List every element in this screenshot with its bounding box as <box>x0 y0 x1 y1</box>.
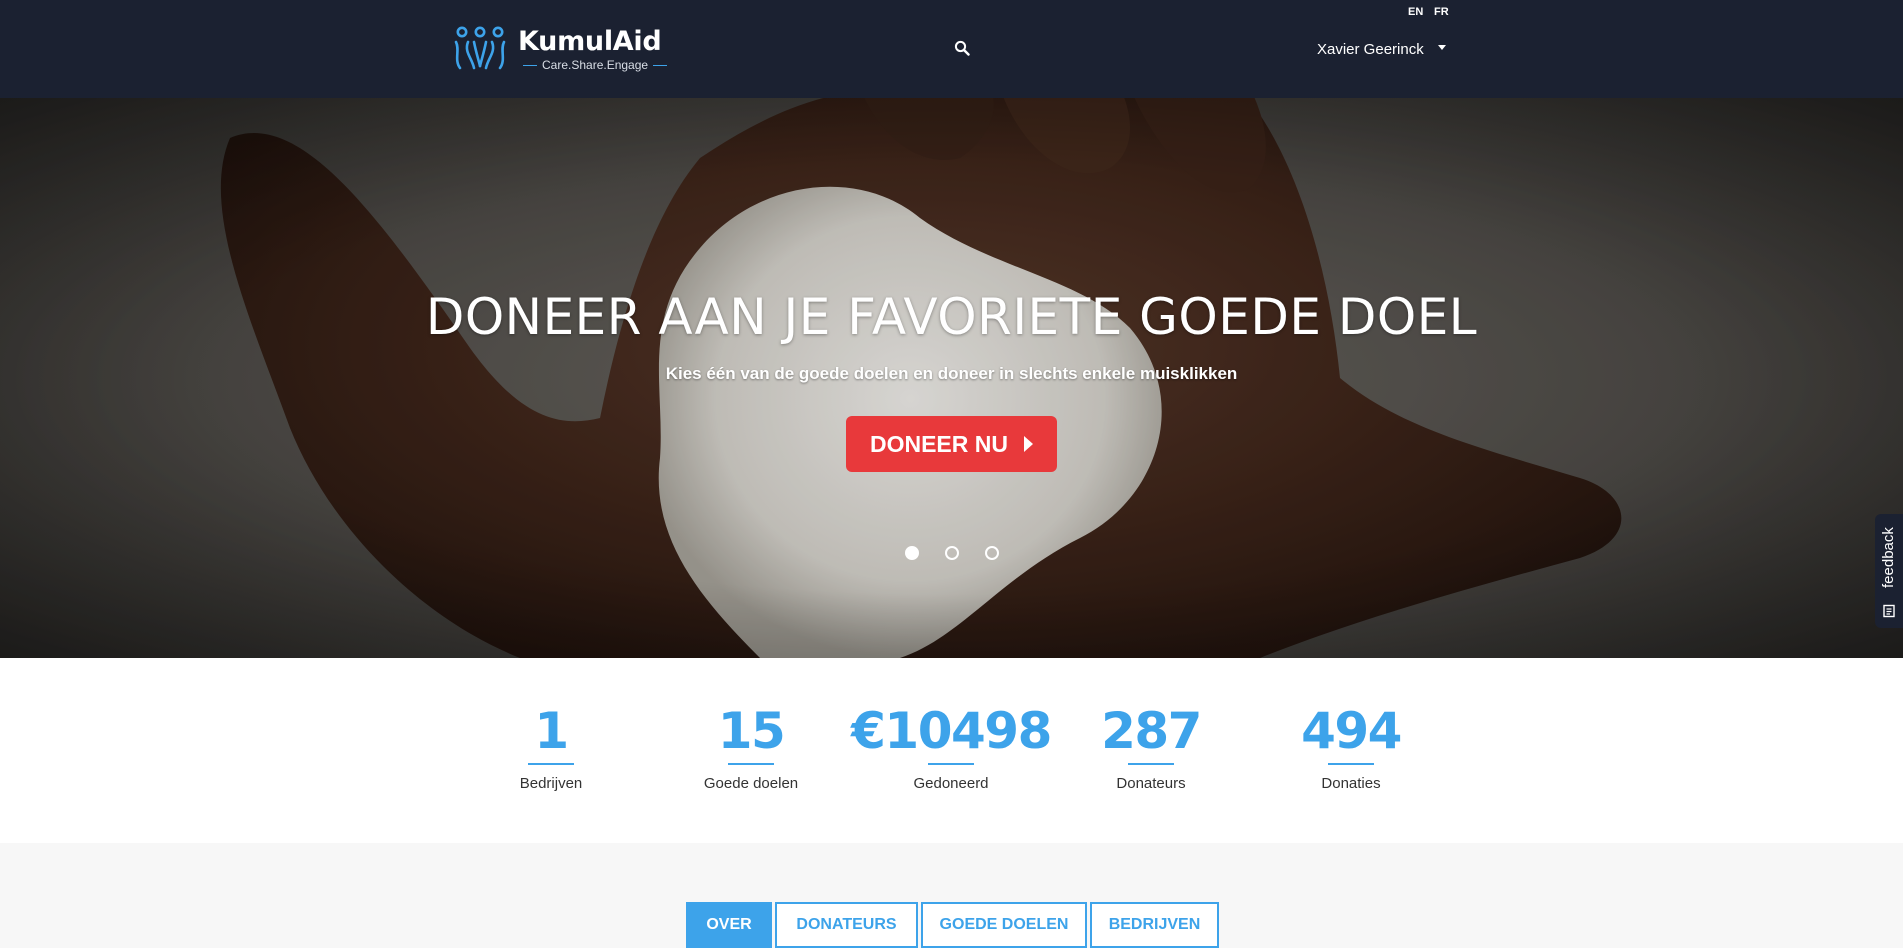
brand-name: KumulAid <box>518 26 662 57</box>
people-logo-icon <box>454 26 506 70</box>
stats-section: 1 Bedrijven 15 Goede doelen €10498 Gedon… <box>0 658 1903 843</box>
stat-underline <box>528 763 574 765</box>
stat-value: 1 <box>534 702 569 760</box>
stat-companies: 1 Bedrijven <box>451 703 651 792</box>
brand-logo[interactable]: KumulAid Care.Share.Engage <box>452 26 672 72</box>
tab-bedrijven[interactable]: BEDRIJVEN <box>1090 902 1219 948</box>
carousel-dot-1[interactable] <box>904 546 919 560</box>
language-fr-link[interactable]: FR <box>1434 6 1449 18</box>
search-icon <box>954 40 970 56</box>
donate-now-label: DONEER NU <box>869 430 1008 457</box>
search-button[interactable] <box>954 40 974 60</box>
stat-charities: 15 Goede doelen <box>651 703 851 792</box>
stat-value: €10498 <box>851 702 1052 760</box>
donate-now-button[interactable]: DONEER NU <box>846 416 1057 472</box>
tab-over[interactable]: OVER <box>686 902 772 948</box>
user-menu-dropdown[interactable]: Xavier Geerinck <box>1317 41 1446 58</box>
play-arrow-icon <box>1024 436 1033 452</box>
carousel-dot-3[interactable] <box>984 546 999 560</box>
brand-tagline: Care.Share.Engage <box>518 58 672 72</box>
carousel-indicators <box>0 546 1903 560</box>
tab-donateurs[interactable]: DONATEURS <box>775 902 918 948</box>
hero-subtitle: Kies één van de goede doelen en doneer i… <box>665 364 1238 383</box>
caret-down-icon <box>1437 45 1446 50</box>
stat-donated: €10498 Gedoneerd <box>851 702 1052 792</box>
user-name: Xavier Geerinck <box>1317 41 1424 58</box>
notepad-icon <box>1883 604 1895 618</box>
stat-label: Donaties <box>1321 775 1381 792</box>
stat-label: Gedoneerd <box>913 775 989 792</box>
stat-underline <box>1328 763 1374 765</box>
top-navbar: KumulAid Care.Share.Engage EN FR Xavier … <box>0 0 1903 98</box>
stat-underline <box>928 763 974 765</box>
stat-donors: 287 Donateurs <box>1051 703 1251 792</box>
tab-goede-doelen[interactable]: GOEDE DOELEN <box>921 902 1087 948</box>
stat-label: Bedrijven <box>519 775 583 792</box>
stat-donations: 494 Donaties <box>1251 703 1451 792</box>
feedback-label: feedback <box>1880 527 1897 589</box>
info-tabs-section: OVER DONATEURS GOEDE DOELEN BEDRIJVEN <box>0 843 1903 948</box>
language-en-link[interactable]: EN <box>1408 6 1423 18</box>
info-tabs: OVER DONATEURS GOEDE DOELEN BEDRIJVEN <box>686 902 1222 948</box>
carousel-dot-2[interactable] <box>944 546 959 560</box>
hero-title: DONEER AAN JE FAVORIETE GOEDE DOEL <box>425 288 1478 346</box>
stat-underline <box>1128 763 1174 765</box>
stat-underline <box>728 763 774 765</box>
feedback-tab[interactable]: feedback <box>1875 514 1903 628</box>
stat-value: 287 <box>1101 702 1202 760</box>
stat-value: 15 <box>717 702 786 760</box>
stat-label: Goede doelen <box>703 775 799 792</box>
stat-value: 494 <box>1301 702 1402 760</box>
stat-label: Donateurs <box>1116 775 1186 792</box>
hero-carousel: DONEER AAN JE FAVORIETE GOEDE DOEL Kies … <box>0 98 1903 658</box>
